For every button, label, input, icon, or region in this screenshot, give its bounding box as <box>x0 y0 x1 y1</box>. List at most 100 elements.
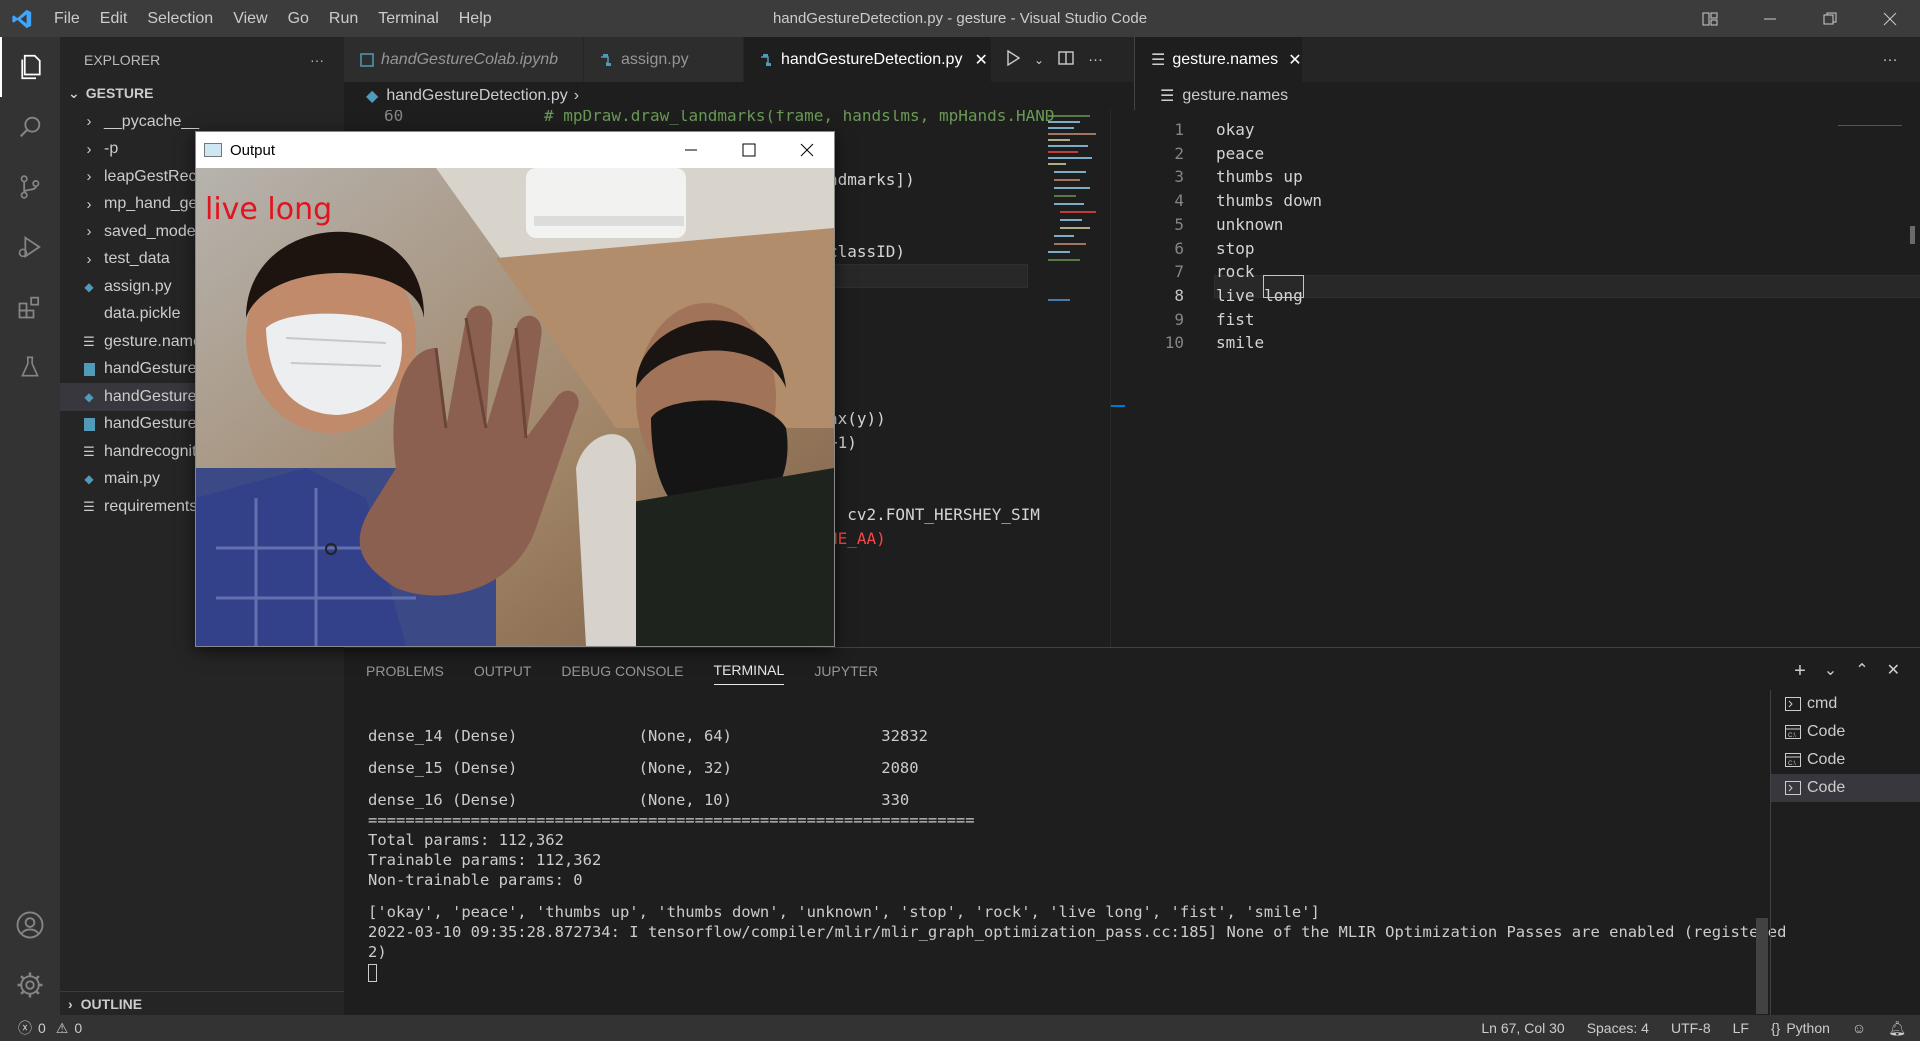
tab-handgesturedetection[interactable]: handGestureDetection.py ✕ <box>744 37 992 82</box>
close-tab-icon[interactable]: ✕ <box>1288 50 1301 70</box>
file-label: test_data <box>104 250 170 268</box>
settings-gear-icon[interactable] <box>0 955 60 1015</box>
minimap[interactable] <box>1040 110 1110 310</box>
maximize-icon[interactable] <box>720 132 778 168</box>
close-panel-icon[interactable]: ✕ <box>1887 660 1900 683</box>
gesture-name-line: smile <box>1216 333 1265 353</box>
menu-view[interactable]: View <box>223 0 277 37</box>
gesture-prediction-label: live long <box>205 192 333 227</box>
chevron-right-icon: › <box>86 250 92 268</box>
terminal-instance[interactable]: Code <box>1771 774 1920 802</box>
tab-handgesturecolab[interactable]: handGestureColab.ipynb <box>344 37 584 82</box>
close-icon[interactable] <box>1860 0 1920 37</box>
terminal-scrollbar[interactable] <box>1756 918 1768 1014</box>
text-file-icon: ☰ <box>83 498 95 514</box>
run-icon[interactable] <box>1006 49 1021 70</box>
current-line-highlight <box>828 264 1028 288</box>
run-debug-icon[interactable] <box>0 217 60 277</box>
minimap-slider[interactable] <box>1838 110 1902 126</box>
explorer-title: EXPLORER <box>84 51 161 68</box>
webcam-frame: live long <box>196 168 834 646</box>
tab-terminal[interactable]: TERMINAL <box>713 656 785 685</box>
language-label: Python <box>1786 1020 1830 1036</box>
line-number: 10 <box>1164 333 1184 353</box>
tab-assign[interactable]: assign.py <box>584 37 744 82</box>
cursor-position[interactable]: Ln 67, Col 30 <box>1481 1020 1564 1036</box>
output-window-titlebar[interactable]: Output <box>196 132 834 168</box>
search-icon[interactable] <box>0 97 60 157</box>
folder-section-gesture[interactable]: ⌄ GESTURE <box>60 82 344 104</box>
minimize-icon[interactable] <box>662 132 720 168</box>
split-editor-icon[interactable] <box>1058 50 1074 70</box>
chevron-down-icon[interactable]: ⌄ <box>1824 660 1837 683</box>
testing-flask-icon[interactable] <box>0 337 60 397</box>
explorer-icon[interactable] <box>0 37 60 97</box>
tab-jupyter[interactable]: JUPYTER <box>814 657 878 685</box>
line-number: 1 <box>1174 120 1184 139</box>
layout-icon[interactable] <box>1680 0 1740 37</box>
breadcrumb-file[interactable]: gesture.names <box>1182 87 1288 105</box>
tab-debug-console[interactable]: DEBUG CONSOLE <box>561 657 683 685</box>
line-number: 9 <box>1174 309 1184 329</box>
outline-section[interactable]: › OUTLINE <box>60 991 344 1015</box>
terminal-instance[interactable]: C:\ Code <box>1771 718 1920 746</box>
window-controls <box>1680 0 1920 37</box>
menu-edit[interactable]: Edit <box>90 0 138 37</box>
extensions-icon[interactable] <box>0 277 60 337</box>
editor-tabs-right: ☰ gesture.names ✕ ··· <box>1135 37 1920 82</box>
code-line: , cv2.FONT_HERSHEY_SIM <box>828 505 1040 524</box>
chevron-right-icon: › <box>86 195 92 213</box>
current-line-highlight <box>1214 275 1920 298</box>
file-label: -p <box>104 140 119 158</box>
terminal-line: ['okay', 'peace', 'thumbs up', 'thumbs d… <box>368 903 1320 921</box>
python-file-icon: ◆ <box>84 472 94 487</box>
breadcrumb-file[interactable]: handGestureDetection.py <box>386 87 567 105</box>
menu-selection[interactable]: Selection <box>137 0 223 37</box>
warning-icon: ⚠ <box>55 1019 69 1036</box>
tab-problems[interactable]: PROBLEMS <box>366 657 444 685</box>
bottom-panel: PROBLEMS OUTPUT DEBUG CONSOLE TERMINAL J… <box>344 647 1920 1016</box>
source-control-icon[interactable] <box>0 157 60 217</box>
vertical-scrollbar-right[interactable] <box>1906 110 1920 647</box>
more-actions-icon[interactable]: ··· <box>1860 37 1920 82</box>
more-actions-icon[interactable]: ··· <box>310 52 324 68</box>
menu-run[interactable]: Run <box>319 0 368 37</box>
language-mode[interactable]: {} Python <box>1771 1020 1830 1036</box>
problems-status[interactable]: ⓧ 0 ⚠ 0 <box>0 1018 82 1038</box>
code-line: classID) <box>828 242 906 261</box>
tab-output[interactable]: OUTPUT <box>474 657 532 685</box>
file-label: saved_model <box>104 222 200 240</box>
outline-title: OUTLINE <box>80 995 143 1012</box>
indentation[interactable]: Spaces: 4 <box>1587 1020 1649 1036</box>
menu-terminal[interactable]: Terminal <box>368 0 448 37</box>
terminal-instance[interactable]: C:\ Code <box>1771 746 1920 774</box>
maximize-panel-icon[interactable]: ⌃ <box>1855 660 1868 683</box>
terminal-label: Code <box>1807 779 1846 796</box>
menu-help[interactable]: Help <box>449 0 502 37</box>
tab-gesture-names[interactable]: ☰ gesture.names ✕ <box>1135 37 1303 82</box>
terminal-output[interactable]: ________________________________________… <box>368 714 1788 1014</box>
chevron-down-icon[interactable]: ⌄ <box>1034 53 1044 67</box>
new-terminal-plus-icon[interactable]: + <box>1794 660 1806 683</box>
text-file-icon: ☰ <box>1151 51 1166 69</box>
encoding[interactable]: UTF-8 <box>1671 1020 1711 1036</box>
feedback-icon[interactable]: ☺ <box>1852 1020 1866 1036</box>
vertical-scrollbar-left[interactable] <box>1110 110 1125 647</box>
terminal-instance[interactable]: cmd <box>1771 690 1920 718</box>
line-ending[interactable]: LF <box>1733 1020 1749 1036</box>
menu-file[interactable]: File <box>44 0 90 37</box>
tab-label: assign.py <box>621 50 689 68</box>
close-icon[interactable] <box>778 132 836 168</box>
restore-icon[interactable] <box>1800 0 1860 37</box>
account-icon[interactable] <box>0 895 60 955</box>
terminal-line: Non-trainable params: 0 <box>368 871 583 889</box>
notifications-bell-icon[interactable]: 🔔︎ <box>1888 1020 1906 1037</box>
file-label: gesture.names <box>104 332 210 350</box>
more-actions-icon[interactable]: ··· <box>1088 51 1103 68</box>
code-editor-right[interactable]: 1 okay 2 peace 3 thumbs up 4 thumbs down 5 unknow… <box>1134 110 1920 647</box>
close-tab-icon[interactable]: ✕ <box>974 50 987 70</box>
python-file-icon: ◆ <box>366 88 379 105</box>
minimize-icon[interactable] <box>1740 0 1800 37</box>
output-window[interactable]: Output live long <box>195 131 835 647</box>
menu-go[interactable]: Go <box>278 0 319 37</box>
